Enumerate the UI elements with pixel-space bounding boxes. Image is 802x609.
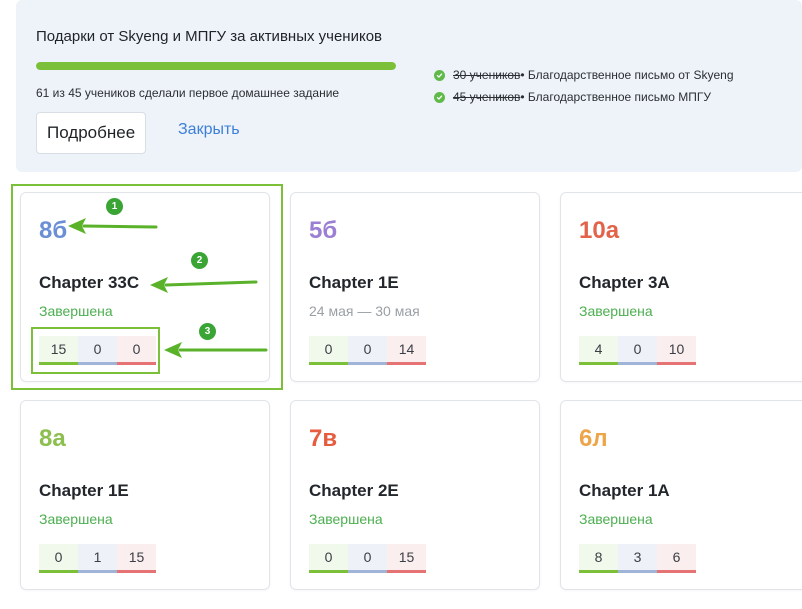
check-circle-icon: [434, 91, 445, 103]
stats-group: 0 0 15: [309, 544, 426, 573]
arrow-2-icon: [150, 277, 258, 293]
more-button[interactable]: Подробнее: [36, 112, 147, 154]
class-card[interactable]: 6л Chapter 1A Завершена 8 3 6: [560, 400, 802, 590]
banner-title: Подарки от Skyeng и МПГУ за активных уче…: [36, 28, 383, 45]
reward-item: 45 учеников • Благодарственное письмо МП…: [434, 86, 734, 108]
reward-threshold: 30 учеников: [453, 68, 521, 82]
chapter-title: Chapter 3A: [579, 273, 670, 292]
annotation-badge-1: 1: [106, 198, 123, 215]
class-card[interactable]: 7в Chapter 2E Завершена 0 0 15: [290, 400, 540, 590]
highlight-stats-frame: [31, 327, 160, 374]
stat-not-started: 14: [387, 336, 426, 365]
chapter-title: Chapter 1E: [309, 273, 399, 292]
chapter-title: Chapter 1A: [579, 481, 670, 500]
stats-group: 0 1 15: [39, 544, 156, 573]
stat-in-progress: 0: [348, 336, 387, 365]
stat-not-started: 10: [657, 336, 696, 365]
annotation-badge-2: 2: [191, 252, 208, 269]
class-name: 6л: [579, 425, 608, 452]
progress-text: 61 из 45 учеников сделали первое домашне…: [36, 86, 340, 100]
arrow-3-icon: [164, 342, 268, 358]
stat-not-started: 15: [117, 544, 156, 573]
stat-completed: 0: [309, 336, 348, 365]
status-text: Завершена: [39, 511, 113, 527]
class-name: 10а: [579, 217, 620, 244]
stat-completed: 0: [309, 544, 348, 573]
class-name: 5б: [309, 217, 338, 244]
chapter-title: Chapter 2E: [309, 481, 399, 500]
reward-text: • Благодарственное письмо МПГУ: [520, 90, 711, 104]
rewards-list: 30 учеников • Благодарственное письмо от…: [434, 64, 734, 108]
status-text: Завершена: [579, 303, 653, 319]
check-circle-icon: [434, 69, 445, 81]
class-card[interactable]: 10а Chapter 3A Завершена 4 0 10: [560, 192, 802, 382]
progress-bar: [36, 62, 396, 70]
status-text: Завершена: [309, 511, 383, 527]
chapter-title: Chapter 1E: [39, 481, 129, 500]
class-card[interactable]: 8а Chapter 1E Завершена 0 1 15: [20, 400, 270, 590]
stat-not-started: 6: [657, 544, 696, 573]
reward-item: 30 учеников • Благодарственное письмо от…: [434, 64, 734, 86]
gifts-banner: Подарки от Skyeng и МПГУ за активных уче…: [16, 0, 802, 172]
stat-in-progress: 0: [618, 336, 657, 365]
stat-completed: 4: [579, 336, 618, 365]
annotation-badge-3: 3: [199, 323, 216, 340]
stat-in-progress: 3: [618, 544, 657, 573]
stat-in-progress: 0: [348, 544, 387, 573]
reward-text: • Благодарственное письмо от Skyeng: [520, 68, 734, 82]
class-name: 8а: [39, 425, 66, 452]
class-card[interactable]: 5б Chapter 1E 24 мая — 30 мая 0 0 14: [290, 192, 540, 382]
stat-completed: 0: [39, 544, 78, 573]
class-name: 7в: [309, 425, 338, 452]
stat-completed: 8: [579, 544, 618, 573]
progress-fill: [36, 62, 396, 70]
stats-group: 836: [579, 544, 696, 573]
reward-threshold: 45 учеников: [453, 90, 521, 104]
close-link[interactable]: Закрыть: [178, 121, 240, 139]
arrow-1-icon: [68, 218, 158, 234]
status-text: Завершена: [579, 511, 653, 527]
stat-not-started: 15: [387, 544, 426, 573]
stats-group: 0 0 14: [309, 336, 426, 365]
stat-in-progress: 1: [78, 544, 117, 573]
stats-group: 4 0 10: [579, 336, 696, 365]
status-text: 24 мая — 30 мая: [309, 303, 420, 319]
